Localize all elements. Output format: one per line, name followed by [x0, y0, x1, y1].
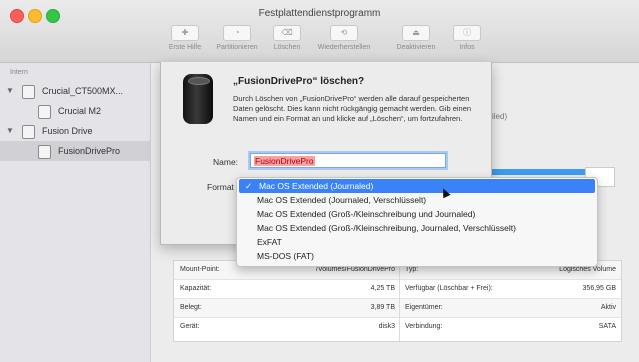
info-key: Typ: — [405, 266, 419, 273]
menu-item-mac-os-extended-journaled-encrypted[interactable]: Mac OS Extended (Journaled, Verschlüssel… — [237, 193, 597, 207]
info-key: Verfügbar (Löschbar + Frei): — [405, 285, 493, 292]
volume-icon — [38, 145, 51, 159]
info-table: Mount-Point: /Volumes/FusionDrivePro Typ… — [173, 260, 622, 342]
drive-icon — [22, 85, 35, 99]
menu-item-mac-os-extended-case-sensitive-journaled-encrypted[interactable]: Mac OS Extended (Groß-/Kleinschreibung, … — [237, 221, 597, 235]
info-icon: ⓘ — [453, 25, 481, 41]
info-key: Eigentümer: — [405, 304, 443, 311]
info-label: Infos — [459, 44, 475, 51]
sidebar-item-label: Crucial_CT500MX... — [42, 86, 124, 96]
format-label: Format — [207, 182, 234, 192]
sidebar-header: Intern — [10, 69, 28, 76]
sidebar-item-label: FusionDrivePro — [58, 146, 121, 156]
disclosure-triangle-icon[interactable]: ▼ — [6, 126, 14, 135]
checkmark-icon: ✓ — [245, 181, 253, 191]
disk-utility-window: Festplattendienstprogramm ✚ Erste Hilfe … — [0, 0, 639, 362]
sidebar-item-label: Fusion Drive — [42, 126, 93, 136]
menu-item-label: MS-DOS (FAT) — [257, 251, 314, 261]
name-field[interactable]: FusionDrivePro — [250, 153, 446, 168]
mac-pro-icon — [183, 74, 213, 124]
menu-item-label: Mac OS Extended (Journaled, Verschlüssel… — [257, 195, 427, 205]
volume-icon — [38, 105, 51, 119]
menu-item-exfat[interactable]: ExFAT — [237, 235, 597, 249]
info-value: 4,25 TB — [370, 285, 395, 292]
disclosure-triangle-icon[interactable]: ▼ — [6, 86, 14, 95]
sidebar-item-crucial-m2[interactable]: Crucial M2 — [0, 101, 150, 121]
info-key: Belegt: — [180, 304, 202, 311]
info-value: /Volumes/FusionDrivePro — [316, 266, 395, 273]
format-dropdown-menu[interactable]: ✓ Mac OS Extended (Journaled) Mac OS Ext… — [236, 177, 598, 267]
table-row: Belegt: 3,89 TB Eigentümer: Aktiv — [174, 299, 621, 318]
sidebar-item-fusiondrivepro[interactable]: FusionDrivePro — [0, 141, 150, 161]
dialog-message: Durch Löschen von „FusionDrivePro“ werde… — [233, 94, 472, 123]
unmount-button[interactable]: ⏏ Deaktivieren — [390, 25, 442, 57]
first-aid-label: Erste Hilfe — [168, 44, 202, 51]
info-value: disk3 — [378, 323, 395, 330]
sidebar-item-fusion-drive[interactable]: ▼ Fusion Drive — [0, 121, 150, 141]
info-value: SATA — [598, 323, 616, 330]
title-bar: Festplattendienstprogramm ✚ Erste Hilfe … — [0, 0, 639, 63]
erase-button[interactable]: ⌫ Löschen — [268, 25, 306, 57]
erase-icon: ⌫ — [273, 25, 301, 41]
partition-label: Partitionieren — [216, 44, 258, 51]
first-aid-icon: ✚ — [171, 25, 199, 41]
erase-label: Löschen — [273, 44, 301, 51]
unmount-icon: ⏏ — [402, 25, 430, 41]
sidebar-item-crucial-ct500[interactable]: ▼ Crucial_CT500MX... — [0, 81, 150, 101]
name-label: Name: — [213, 157, 239, 167]
menu-item-label: Mac OS Extended (Groß-/Kleinschreibung u… — [257, 209, 476, 219]
menu-item-label: Mac OS Extended (Groß-/Kleinschreibung, … — [257, 223, 516, 233]
sidebar-item-label: Crucial M2 — [58, 106, 102, 116]
info-key: Verbindung: — [405, 323, 443, 330]
name-field-value: FusionDrivePro — [254, 156, 315, 166]
restore-icon: ⟲ — [330, 25, 358, 41]
restore-button[interactable]: ⟲ Wiederherstellen — [314, 25, 374, 57]
first-aid-button[interactable]: ✚ Erste Hilfe — [165, 25, 205, 57]
info-value: Aktiv — [600, 304, 616, 311]
column-divider — [399, 261, 400, 341]
menu-item-label: Mac OS Extended (Journaled) — [259, 181, 374, 191]
info-button[interactable]: ⓘ Infos — [450, 25, 484, 57]
table-row: Kapazität: 4,25 TB Verfügbar (Löschbar +… — [174, 280, 621, 299]
menu-item-ms-dos-fat[interactable]: MS-DOS (FAT) — [237, 249, 597, 263]
info-value: 3,89 TB — [370, 304, 395, 311]
window-title: Festplattendienstprogramm — [258, 8, 381, 19]
menu-item-label: ExFAT — [257, 237, 282, 247]
background-partial-text: iled) — [492, 112, 508, 121]
info-key: Gerät: — [180, 323, 200, 330]
drive-icon — [22, 125, 35, 139]
restore-label: Wiederherstellen — [317, 44, 371, 51]
unmount-label: Deaktivieren — [396, 44, 436, 51]
info-value: 356,95 GB — [582, 285, 616, 292]
partition-button[interactable]: ◔ Partitionieren — [212, 25, 262, 57]
dialog-title: „FusionDrivePro“ löschen? — [233, 76, 365, 87]
table-row: Gerät: disk3 Verbindung: SATA — [174, 318, 621, 336]
info-key: Kapazität: — [180, 285, 212, 292]
sidebar: Intern ▼ Crucial_CT500MX... Crucial M2 ▼… — [0, 63, 151, 362]
info-value: Logisches Volume — [559, 266, 616, 273]
info-key: Mount-Point: — [180, 266, 220, 273]
partition-icon: ◔ — [223, 25, 251, 41]
menu-item-mac-os-extended-journaled[interactable]: ✓ Mac OS Extended (Journaled) — [239, 179, 595, 193]
menu-item-mac-os-extended-case-sensitive-journaled[interactable]: Mac OS Extended (Groß-/Kleinschreibung u… — [237, 207, 597, 221]
